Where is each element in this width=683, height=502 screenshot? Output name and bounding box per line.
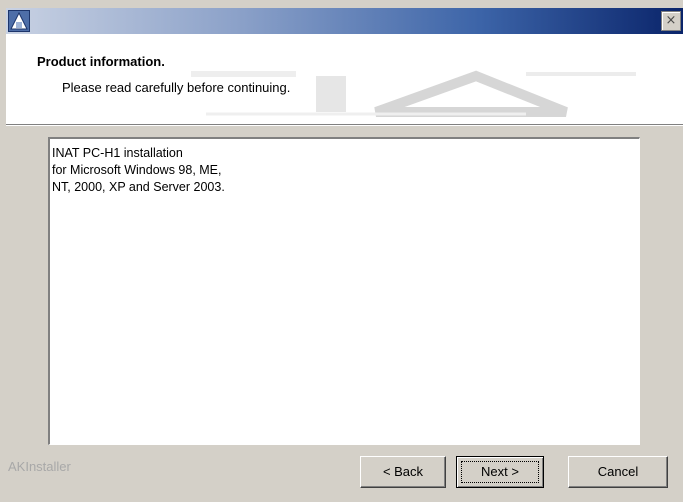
info-line: for Microsoft Windows 98, ME, [52,163,222,177]
header-divider [6,125,683,126]
focus-rectangle [461,461,539,483]
wizard-header: Product information. Please read careful… [6,34,683,125]
close-button[interactable]: × [661,11,681,31]
cancel-button[interactable]: Cancel [568,456,668,488]
title-bar[interactable]: × [6,8,683,34]
installer-icon [8,10,30,32]
back-button[interactable]: < Back [360,456,446,488]
brand-label: AKInstaller [8,459,71,474]
header-logo-watermark [191,70,636,117]
info-line: INAT PC-H1 installation [52,146,183,160]
close-icon: × [665,13,677,28]
page-subtitle: Please read carefully before continuing. [62,80,291,95]
page-title: Product information. [37,54,165,69]
installer-window: × Product information. Please read caref… [0,0,683,502]
info-line: NT, 2000, XP and Server 2003. [52,180,225,194]
product-info-textbox[interactable]: INAT PC-H1 installation for Microsoft Wi… [48,137,640,445]
next-button[interactable]: Next > [456,456,544,488]
